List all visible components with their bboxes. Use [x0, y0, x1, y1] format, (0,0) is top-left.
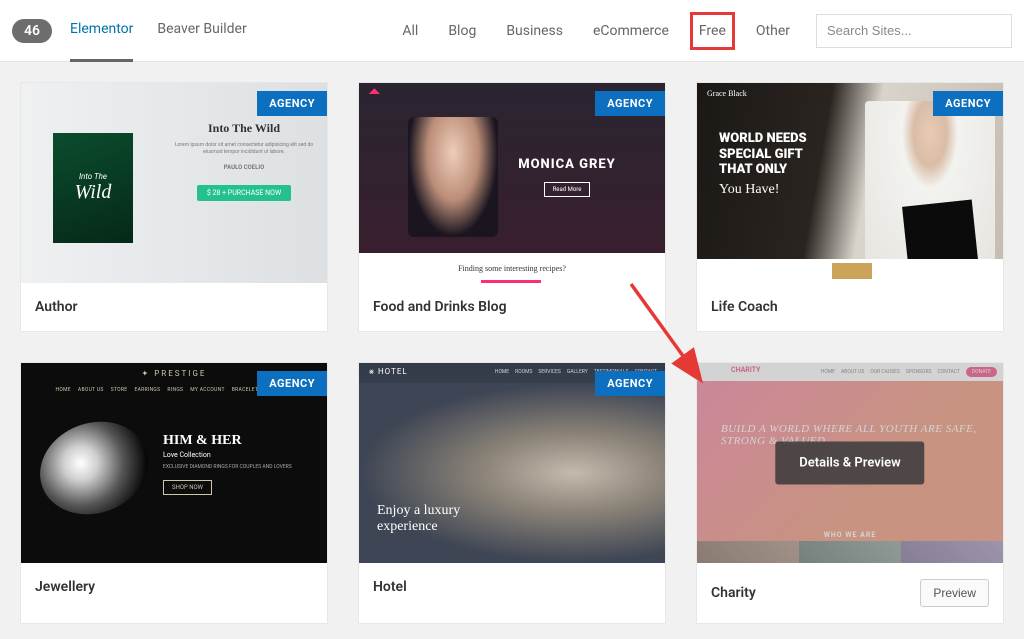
agency-badge: AGENCY — [257, 371, 327, 396]
card-title: Hotel — [373, 579, 407, 595]
site-card-life-coach[interactable]: Grace Black WORLD NEEDSSPECIAL GIFTTHAT … — [696, 82, 1004, 332]
book-cover: Into The Wild — [53, 133, 133, 243]
hotel-logo: ⨳ HOTEL — [369, 367, 408, 377]
site-card-author[interactable]: MARK BROWN━ ━ ━ ━ Into The Wild Into The… — [20, 82, 328, 332]
builder-tabs: Elementor Beaver Builder — [70, 0, 247, 62]
thumbnail: Grace Black WORLD NEEDSSPECIAL GIFTTHAT … — [697, 83, 1003, 283]
signature-logo: Grace Black — [707, 89, 747, 98]
hero-copy: WORLD NEEDSSPECIAL GIFTTHAT ONLY You Hav… — [719, 131, 879, 198]
card-title: Life Coach — [711, 299, 778, 315]
sites-grid: MARK BROWN━ ━ ━ ━ Into The Wild Into The… — [0, 62, 1024, 624]
card-title: Food and Drinks Blog — [373, 299, 507, 315]
count-badge: 46 — [12, 19, 52, 43]
tab-elementor[interactable]: Elementor — [70, 0, 133, 62]
agency-badge: AGENCY — [933, 91, 1003, 116]
agency-badge: AGENCY — [257, 91, 327, 116]
cat-blog[interactable]: Blog — [444, 17, 480, 45]
cat-ecommerce[interactable]: eCommerce — [589, 17, 673, 45]
card-title: Author — [35, 299, 78, 315]
tab-beaver-builder[interactable]: Beaver Builder — [157, 0, 246, 62]
brand-logo: ✦ PRESTIGE — [142, 369, 207, 378]
site-card-jewellery[interactable]: ✦ PRESTIGE HOMEABOUT USSTOREEARRINGSRING… — [20, 362, 328, 624]
hero-button: Read More — [544, 182, 591, 197]
thumbnail: ✦ PRESTIGE HOMEABOUT USSTOREEARRINGSRING… — [21, 363, 327, 563]
search-box — [816, 14, 1012, 48]
thumbnail: ◢◣ MONICA GREY Read More Finding some in… — [359, 83, 665, 283]
hero-copy: Into The Wild Lorem ipsum dolor sit amet… — [171, 121, 317, 201]
preview-button[interactable]: Preview — [920, 579, 989, 607]
hero-copy: Enjoy a luxuryexperience — [377, 503, 460, 535]
cat-all[interactable]: All — [398, 17, 422, 45]
site-card-food[interactable]: ◢◣ MONICA GREY Read More Finding some in… — [358, 82, 666, 332]
filter-bar: 46 Elementor Beaver Builder All Blog Bus… — [0, 0, 1024, 62]
thumbnail: MARK BROWN━ ━ ━ ━ Into The Wild Into The… — [21, 83, 327, 283]
room-image — [359, 383, 665, 563]
site-card-charity[interactable]: CHARITY HOMEABOUT USOUR CAUSESSPONSORSCO… — [696, 362, 1004, 624]
cat-other[interactable]: Other — [752, 17, 794, 45]
site-card-hotel[interactable]: ⨳ HOTEL HOMEROOMSSERVICESGALLERYTESTIMON… — [358, 362, 666, 624]
agency-badge: AGENCY — [595, 91, 665, 116]
thumbnail: CHARITY HOMEABOUT USOUR CAUSESSPONSORSCO… — [697, 363, 1003, 563]
hero-copy: HIM & HER Love Collection EXCLUSIVE DIAM… — [163, 433, 313, 495]
cat-business[interactable]: Business — [502, 17, 567, 45]
thumbnail: ⨳ HOTEL HOMEROOMSSERVICESGALLERYTESTIMON… — [359, 363, 665, 563]
card-title: Jewellery — [35, 579, 95, 595]
hero-image — [408, 117, 498, 237]
search-input[interactable] — [816, 14, 1012, 48]
card-title: Charity — [711, 585, 756, 601]
cat-free[interactable]: Free — [695, 17, 730, 45]
agency-badge: AGENCY — [595, 371, 665, 396]
category-tabs: All Blog Business eCommerce Free Other — [398, 17, 794, 45]
hero-heading: MONICA GREY — [518, 157, 616, 172]
site-logo: ◢◣ — [369, 87, 380, 95]
bottom-caption: Finding some interesting recipes? — [359, 253, 665, 283]
details-preview-button[interactable]: Details & Preview — [775, 442, 924, 485]
notebook-prop — [902, 200, 978, 267]
